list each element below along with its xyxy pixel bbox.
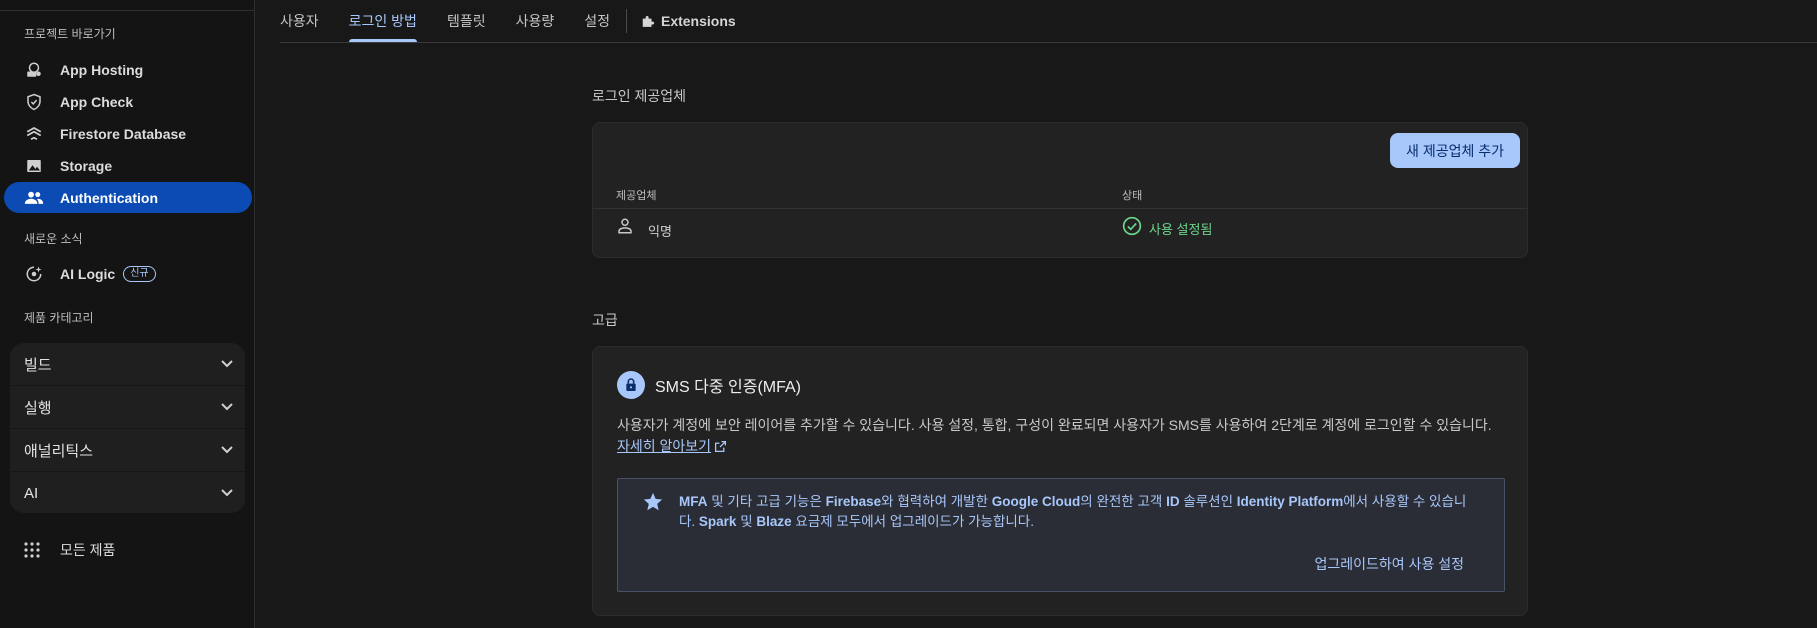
sidebar-item-label: App Check	[60, 93, 134, 110]
sidebar-item-label: Storage	[60, 157, 113, 174]
info-text-part: 와 협력하여 개발한	[881, 494, 992, 509]
sidebar-item-label: Authentication	[60, 189, 158, 206]
info-text-part: ID	[1166, 494, 1180, 509]
provider-name: 익명	[648, 224, 672, 239]
app-hosting-icon	[24, 60, 44, 80]
sidebar: 프로젝트 바로가기 App Hosting App Check Firestor…	[0, 0, 255, 628]
mfa-description-text: 사용자가 계정에 보안 레이어를 추가할 수 있습니다. 사용 설정, 통합, …	[617, 417, 1492, 433]
learn-more-link[interactable]: 자세히 알아보기	[617, 436, 727, 457]
info-text-part: Spark	[698, 514, 737, 529]
learn-more-label: 자세히 알아보기	[617, 438, 712, 454]
sidebar-item-label: AI Logic	[60, 265, 116, 282]
extensions-icon	[642, 16, 655, 27]
upgrade-info-text: MFA 및 기타 고급 기능은 Firebase와 협력하여 개발한 Googl…	[679, 492, 1479, 532]
check-circle-icon	[1122, 216, 1142, 236]
category-analytics[interactable]: 애널리틱스	[10, 429, 245, 472]
mfa-description: 사용자가 계정에 보안 레이어를 추가할 수 있습니다. 사용 설정, 통합, …	[617, 415, 1517, 457]
category-label: 애널리틱스	[24, 442, 94, 460]
tab-usage[interactable]: 사용량	[516, 0, 555, 42]
col-provider: 제공업체	[616, 190, 657, 202]
person-icon	[618, 218, 632, 234]
category-ai[interactable]: AI	[10, 472, 245, 513]
open-in-new-icon	[715, 440, 727, 453]
tab-templates[interactable]: 템플릿	[447, 0, 486, 42]
category-label: AI	[24, 484, 39, 502]
provider-status: 사용 설정됨	[1149, 222, 1213, 237]
star-icon	[643, 492, 663, 511]
advanced-section-title: 고급	[592, 312, 618, 328]
upgrade-info-box: MFA 및 기타 고급 기능은 Firebase와 협력하여 개발한 Googl…	[617, 478, 1505, 592]
info-text-part: 요금제 모두에서 업그레이드가 가능합니다.	[791, 514, 1034, 529]
providers-card: 새 제공업체 추가 제공업체 상태 익명 사용 설정됨	[592, 122, 1528, 258]
apps-grid-icon	[24, 542, 40, 558]
tab-extensions[interactable]: Extensions	[641, 0, 736, 42]
tab-sign-in-method[interactable]: 로그인 방법	[348, 0, 418, 42]
sidebar-item-storage[interactable]: Storage	[4, 150, 252, 181]
tab-extensions-label: Extensions	[660, 13, 736, 29]
info-text-part: Google Cloud	[991, 494, 1081, 509]
chevron-down-icon	[221, 403, 233, 411]
providers-section-title: 로그인 제공업체	[592, 88, 687, 104]
mfa-title: SMS 다중 인증(MFA)	[655, 379, 801, 396]
chevron-down-icon	[221, 489, 233, 497]
tab-settings[interactable]: 설정	[584, 0, 610, 42]
mfa-header: SMS 다중 인증(MFA)	[617, 371, 801, 399]
chevron-down-icon	[221, 360, 233, 368]
section-label-news: 새로운 소식	[24, 232, 83, 246]
info-text-part: MFA	[679, 494, 708, 509]
sidebar-item-ai-logic[interactable]: AI Logic 신규	[4, 258, 252, 289]
col-status: 상태	[1122, 190, 1143, 202]
firestore-icon	[24, 124, 44, 144]
section-label-shortcuts: 프로젝트 바로가기	[24, 27, 116, 41]
sidebar-item-firestore[interactable]: Firestore Database	[4, 118, 252, 149]
category-list: 빌드 실행 애널리틱스 AI	[10, 343, 245, 513]
category-label: 실행	[24, 399, 52, 417]
ai-logic-icon	[24, 264, 44, 284]
all-products-label: 모든 제품	[60, 542, 116, 558]
category-run[interactable]: 실행	[10, 386, 245, 429]
tab-separator	[625, 9, 627, 33]
info-text-part: Firebase	[825, 494, 882, 509]
upgrade-enable-button[interactable]: 업그레이드하여 사용 설정	[1315, 554, 1464, 574]
sidebar-item-authentication[interactable]: Authentication	[4, 182, 252, 213]
sidebar-item-label: App Hosting	[60, 61, 144, 78]
shield-icon	[24, 92, 44, 112]
all-products-link[interactable]: 모든 제품	[24, 540, 115, 560]
info-text-part: 및 기타 고급 기능은	[707, 494, 826, 509]
sidebar-item-label: Firestore Database	[60, 125, 187, 142]
image-icon	[24, 156, 44, 176]
mfa-card: SMS 다중 인증(MFA) 사용자가 계정에 보안 레이어를 추가할 수 있습…	[592, 346, 1528, 616]
category-label: 빌드	[24, 356, 52, 374]
tab-users[interactable]: 사용자	[280, 0, 319, 42]
info-text-part: Blaze	[756, 514, 792, 529]
chevron-down-icon	[221, 446, 233, 454]
sidebar-item-app-check[interactable]: App Check	[4, 86, 252, 117]
tab-bar: 사용자 로그인 방법 템플릿 사용량 설정 Extensions	[280, 0, 1817, 43]
providers-table-header: 제공업체 상태	[593, 183, 1527, 209]
info-text-part: 및	[736, 514, 757, 529]
category-build[interactable]: 빌드	[10, 343, 245, 386]
section-label-categories: 제품 카테고리	[24, 311, 94, 325]
new-badge: 신규	[123, 265, 156, 282]
sidebar-divider	[0, 10, 254, 11]
info-text-part: 의 완전한 고객	[1080, 494, 1167, 509]
people-icon	[24, 188, 44, 208]
table-row[interactable]: 익명 사용 설정됨	[593, 209, 1527, 249]
add-provider-button[interactable]: 새 제공업체 추가	[1390, 133, 1520, 168]
lock-icon	[617, 371, 645, 399]
info-text-part: 솔루션인	[1179, 494, 1237, 509]
sidebar-item-app-hosting[interactable]: App Hosting	[4, 54, 252, 85]
info-text-part: Identity Platform	[1236, 494, 1344, 509]
